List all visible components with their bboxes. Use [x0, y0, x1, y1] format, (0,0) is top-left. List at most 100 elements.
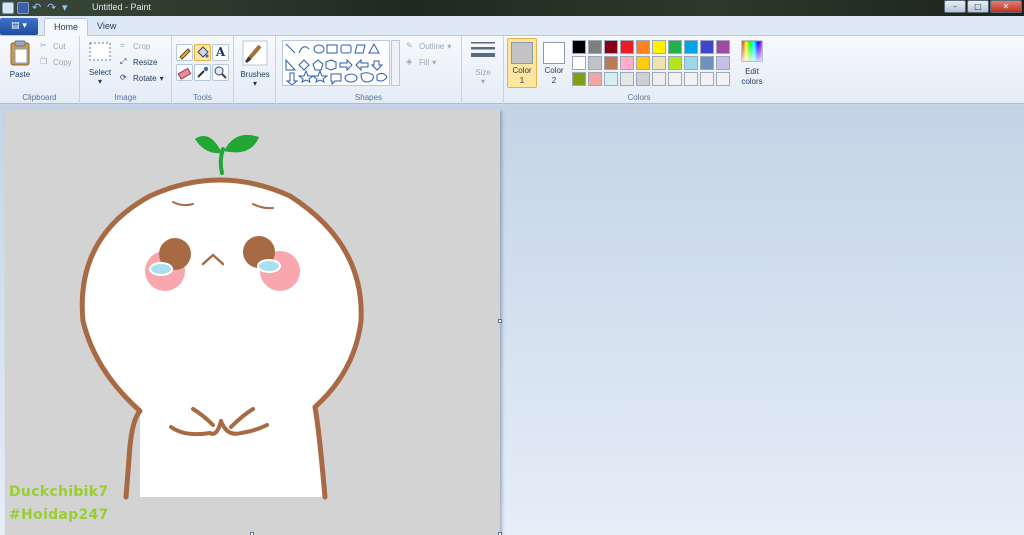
shapes-scrollbar[interactable]: [391, 40, 400, 86]
colors-group-label: Colors: [627, 93, 651, 102]
ribbon-tab-row: ▤ ▾ Home View: [0, 16, 1024, 37]
eraser-tool[interactable]: [176, 64, 193, 81]
palette-color-swatch[interactable]: [700, 72, 714, 86]
palette-color-swatch[interactable]: [572, 72, 586, 86]
outline-label: Outline: [419, 41, 445, 51]
pencil-tool[interactable]: [176, 44, 193, 61]
color-palette: [572, 40, 730, 86]
resize-icon: ⤢: [120, 57, 127, 66]
palette-color-swatch[interactable]: [652, 40, 666, 54]
palette-color-swatch[interactable]: [572, 56, 586, 70]
window-title: Untitled - Paint: [92, 2, 152, 12]
outline-button[interactable]: ✎ Outline ▾: [406, 41, 451, 51]
select-button[interactable]: Select ▾: [86, 40, 114, 86]
palette-color-swatch[interactable]: [588, 72, 602, 86]
palette-color-swatch[interactable]: [572, 40, 586, 54]
palette-color-swatch[interactable]: [668, 72, 682, 86]
save-icon[interactable]: [17, 2, 29, 14]
palette-color-swatch[interactable]: [652, 72, 666, 86]
palette-color-swatch[interactable]: [700, 40, 714, 54]
watermark-line-1: Duckchibik7: [9, 484, 109, 500]
palette-color-swatch[interactable]: [636, 72, 650, 86]
palette-color-swatch[interactable]: [652, 56, 666, 70]
chibi-sprout-drawing: [79, 134, 364, 500]
line-size-icon: [471, 42, 495, 57]
palette-color-swatch[interactable]: [620, 72, 634, 86]
magnifier-tool[interactable]: [212, 64, 229, 81]
brush-icon: [242, 40, 268, 66]
canvas-resize-handle-right[interactable]: [498, 319, 502, 323]
palette-color-swatch[interactable]: [620, 40, 634, 54]
fill-bucket-small-icon: ◈: [406, 57, 413, 66]
color2-button[interactable]: Color 2: [539, 38, 569, 88]
palette-color-swatch[interactable]: [684, 40, 698, 54]
outline-dropdown-icon: ▾: [447, 41, 452, 51]
crop-icon: ⌗: [120, 41, 125, 50]
rotate-label: Rotate: [133, 73, 157, 83]
paint-app-icon[interactable]: [2, 2, 14, 14]
palette-color-swatch[interactable]: [604, 56, 618, 70]
palette-color-swatch[interactable]: [684, 72, 698, 86]
palette-color-swatch[interactable]: [620, 56, 634, 70]
palette-color-swatch[interactable]: [668, 56, 682, 70]
drawing-canvas[interactable]: Duckchibik7 #Hoidap247: [5, 109, 500, 535]
copy-button[interactable]: ❐ Copy: [40, 57, 72, 67]
paint-menu-button[interactable]: ▤ ▾: [0, 18, 38, 35]
palette-color-swatch[interactable]: [588, 40, 602, 54]
tools-group: A Tools: [172, 36, 234, 104]
brushes-button[interactable]: Brushes ▾: [238, 40, 272, 88]
palette-color-swatch[interactable]: [636, 56, 650, 70]
fill-button[interactable]: ◈ Fill ▾: [406, 57, 436, 67]
size-button[interactable]: Size ▾: [466, 40, 500, 86]
maximize-button[interactable]: □: [967, 0, 989, 13]
fill-bucket-tool[interactable]: [194, 44, 211, 61]
select-rectangle-icon: [89, 42, 111, 61]
tools-group-label: Tools: [193, 93, 212, 102]
rotate-icon: ⟳: [120, 73, 127, 82]
paste-button[interactable]: Paste: [6, 40, 34, 79]
tab-home[interactable]: Home: [44, 18, 89, 37]
magnifier-icon: [214, 66, 227, 79]
palette-color-swatch[interactable]: [716, 40, 730, 54]
image-group: Select ▾ ⌗ Crop ⤢ Resize ⟳ Rotate ▾ Imag…: [80, 36, 172, 104]
color1-swatch: [511, 42, 533, 64]
fill-bucket-icon: [197, 46, 209, 58]
edit-colors-button[interactable]: Edit colors: [736, 40, 768, 87]
watermark-line-2: #Hoidap247: [9, 507, 109, 523]
redo-icon[interactable]: ↷: [47, 2, 59, 14]
color-picker-tool[interactable]: [194, 64, 211, 81]
crop-button[interactable]: ⌗ Crop: [120, 41, 150, 51]
palette-color-swatch[interactable]: [588, 56, 602, 70]
tab-view[interactable]: View: [88, 18, 125, 37]
crop-label: Crop: [133, 41, 151, 51]
minimize-button[interactable]: –: [944, 0, 966, 13]
pencil-icon: [179, 48, 191, 60]
eraser-icon: [177, 67, 192, 80]
undo-icon[interactable]: ↶: [32, 2, 44, 14]
palette-color-swatch[interactable]: [668, 40, 682, 54]
resize-button[interactable]: ⤢ Resize: [120, 57, 157, 67]
shapes-group-label: Shapes: [354, 93, 383, 102]
palette-color-swatch[interactable]: [604, 40, 618, 54]
clipboard-group-label: Clipboard: [22, 93, 57, 102]
resize-label: Resize: [133, 57, 158, 67]
color-wheel-icon: [741, 40, 763, 62]
palette-color-swatch[interactable]: [604, 72, 618, 86]
close-button[interactable]: ✕: [990, 0, 1022, 13]
text-tool[interactable]: A: [212, 44, 229, 61]
canvas-workspace: Duckchibik7 #Hoidap247: [0, 105, 1024, 535]
customize-chevron-icon[interactable]: ▾: [62, 2, 74, 14]
color1-button[interactable]: Color 1: [507, 38, 537, 88]
shapes-gallery[interactable]: [282, 40, 390, 86]
copy-label: Copy: [53, 57, 72, 67]
size-dropdown-icon: ▾: [480, 77, 485, 86]
select-label: Select: [88, 68, 112, 77]
title-bar: ↶ ↷ ▾ Untitled - Paint – □ ✕: [0, 0, 1024, 16]
cut-button[interactable]: ✂ Cut: [40, 41, 65, 51]
palette-color-swatch[interactable]: [636, 40, 650, 54]
palette-color-swatch[interactable]: [684, 56, 698, 70]
palette-color-swatch[interactable]: [700, 56, 714, 70]
palette-color-swatch[interactable]: [716, 56, 730, 70]
palette-color-swatch[interactable]: [716, 72, 730, 86]
rotate-button[interactable]: ⟳ Rotate ▾: [120, 73, 164, 83]
